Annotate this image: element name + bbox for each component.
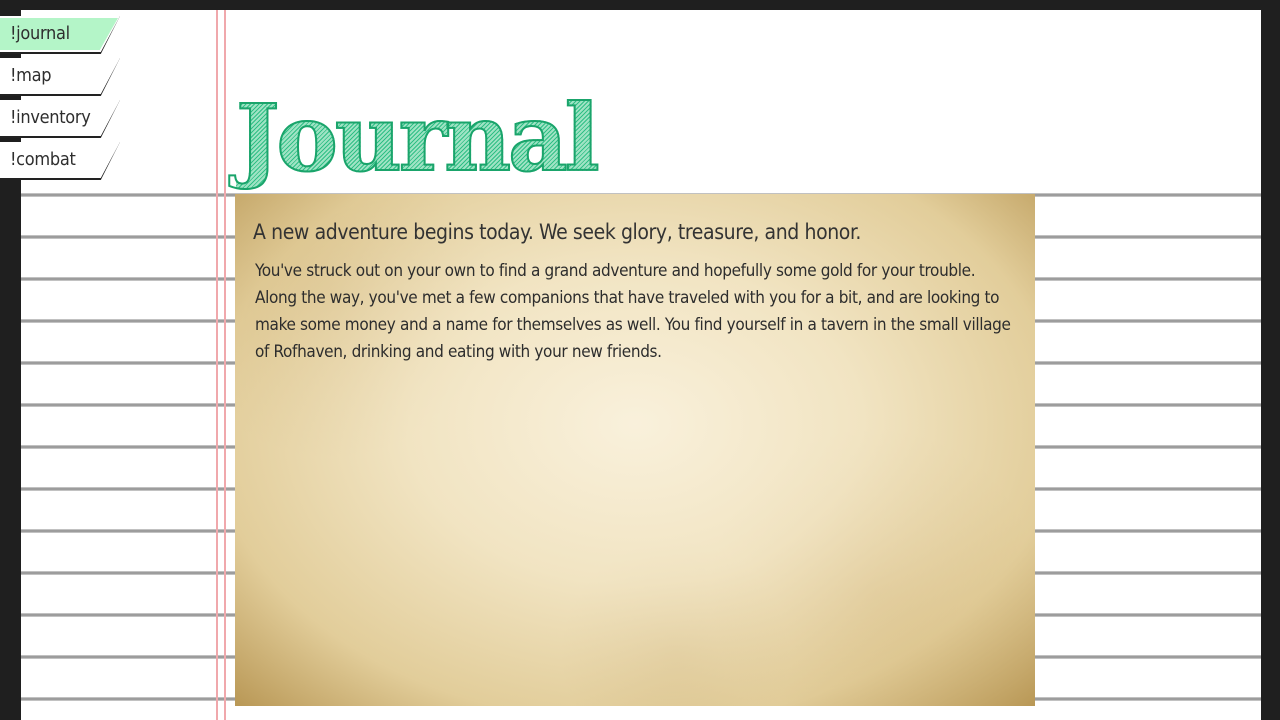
margin-line <box>224 10 226 720</box>
tab-journal[interactable]: !journal <box>0 16 120 52</box>
page-header-area <box>21 10 1261 193</box>
page-title: Journal <box>235 84 601 192</box>
margin-line <box>216 10 218 720</box>
tab-label: !inventory <box>10 107 91 128</box>
tab-inventory[interactable]: !inventory <box>0 100 120 136</box>
tab-combat[interactable]: !combat <box>0 142 120 178</box>
entry-heading: A new adventure begins today. We seek gl… <box>253 220 861 244</box>
journal-entry-card: A new adventure begins today. We seek gl… <box>235 194 1035 706</box>
entry-body: You've struck out on your own to find a … <box>255 261 1011 362</box>
tab-label: !map <box>10 65 52 86</box>
tab-map[interactable]: !map <box>0 58 120 94</box>
tab-label: !combat <box>10 149 76 170</box>
tab-label: !journal <box>10 23 70 44</box>
